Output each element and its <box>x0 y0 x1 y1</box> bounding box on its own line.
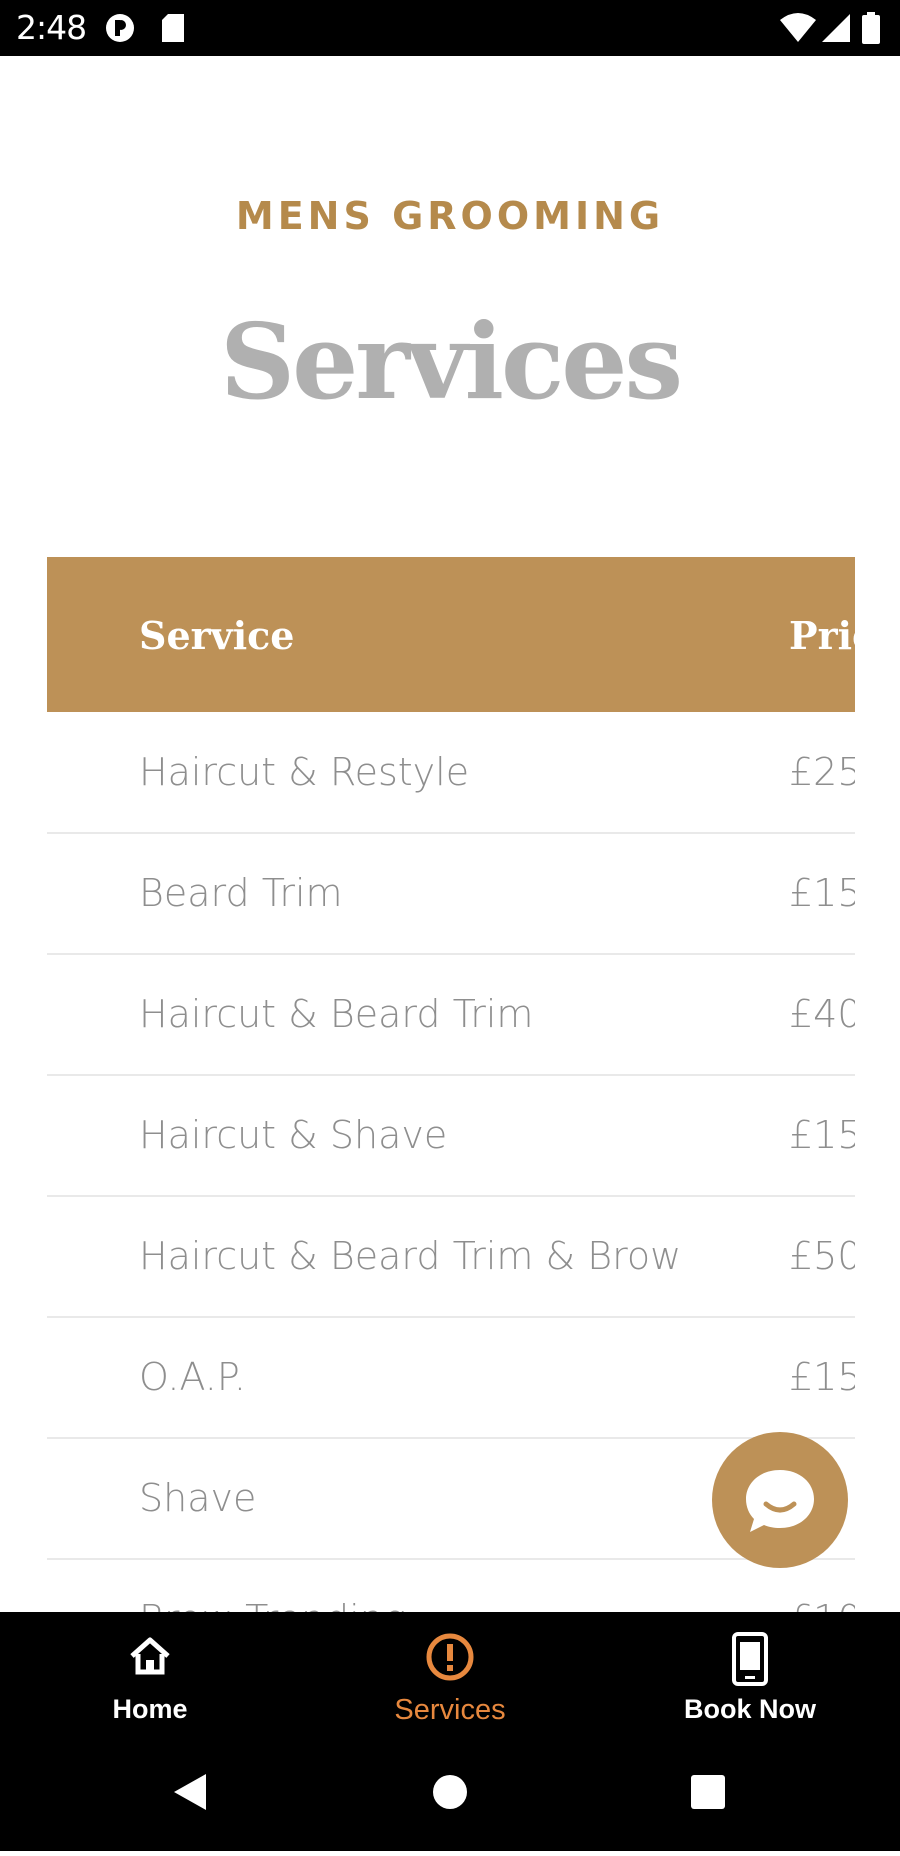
section-eyebrow: MENS GROOMING <box>235 194 665 238</box>
circle-home-icon <box>433 1775 467 1809</box>
service-name: Beard Trim <box>139 871 343 915</box>
service-name: Shave <box>139 1476 257 1520</box>
table-row: Haircut & Restyle £25 <box>47 712 855 834</box>
nav-home[interactable]: Home <box>0 1612 300 1732</box>
service-price: £50 <box>789 1234 855 1278</box>
service-name: O.A.P. <box>139 1355 246 1399</box>
sim-card-icon <box>160 12 186 49</box>
square-recents-icon <box>691 1775 725 1809</box>
nav-label: Services <box>394 1694 506 1726</box>
nav-book-now[interactable]: Book Now <box>600 1612 900 1732</box>
table-row: Beard Trim £15 <box>47 833 855 955</box>
table-header: Service Price <box>47 557 855 712</box>
chat-button[interactable] <box>712 1432 848 1568</box>
nav-services[interactable]: Services <box>300 1612 600 1732</box>
wifi-icon <box>778 12 818 49</box>
table-row: Haircut & Beard Trim £40 <box>47 954 855 1076</box>
table-row: O.A.P. £15 <box>47 1317 855 1439</box>
recents-button[interactable] <box>648 1732 768 1851</box>
service-price: £15 <box>789 871 855 915</box>
app-notification-icon <box>104 12 136 49</box>
home-icon <box>126 1632 174 1685</box>
info-icon <box>425 1632 475 1687</box>
status-time: 2:48 <box>16 8 87 47</box>
table-row: Haircut & Shave £15 <box>47 1075 855 1197</box>
service-name: Haircut & Beard Trim & Brow <box>139 1234 682 1278</box>
service-price: £10 <box>789 1597 855 1612</box>
bottom-nav: Home Services Book Now <box>0 1612 900 1732</box>
phone-icon <box>730 1632 770 1691</box>
service-price: £25 <box>789 750 855 794</box>
back-icon <box>174 1774 206 1810</box>
status-bar: 2:48 <box>0 0 900 56</box>
service-price: £15 <box>789 1113 855 1157</box>
system-nav-bar <box>0 1732 900 1851</box>
chat-bubble-icon <box>746 1470 814 1532</box>
column-header-service: Service <box>139 613 295 658</box>
service-name: Haircut & Shave <box>139 1113 448 1157</box>
service-price: £40 <box>789 992 855 1036</box>
signal-icon <box>820 12 852 49</box>
service-name: Haircut & Restyle <box>139 750 470 794</box>
page-title: Services <box>219 300 683 423</box>
table-row: Haircut & Beard Trim & Brow £50 <box>47 1196 855 1318</box>
back-button[interactable] <box>130 1732 250 1851</box>
service-price: £15 <box>789 1355 855 1399</box>
nav-label: Home <box>112 1694 188 1724</box>
service-name: Brow Trending <box>139 1597 407 1612</box>
column-header-price: Price <box>789 613 855 658</box>
battery-icon <box>860 12 882 49</box>
service-name: Haircut & Beard Trim <box>139 992 534 1036</box>
home-system-button[interactable] <box>390 1732 510 1851</box>
nav-label: Book Now <box>684 1694 816 1724</box>
